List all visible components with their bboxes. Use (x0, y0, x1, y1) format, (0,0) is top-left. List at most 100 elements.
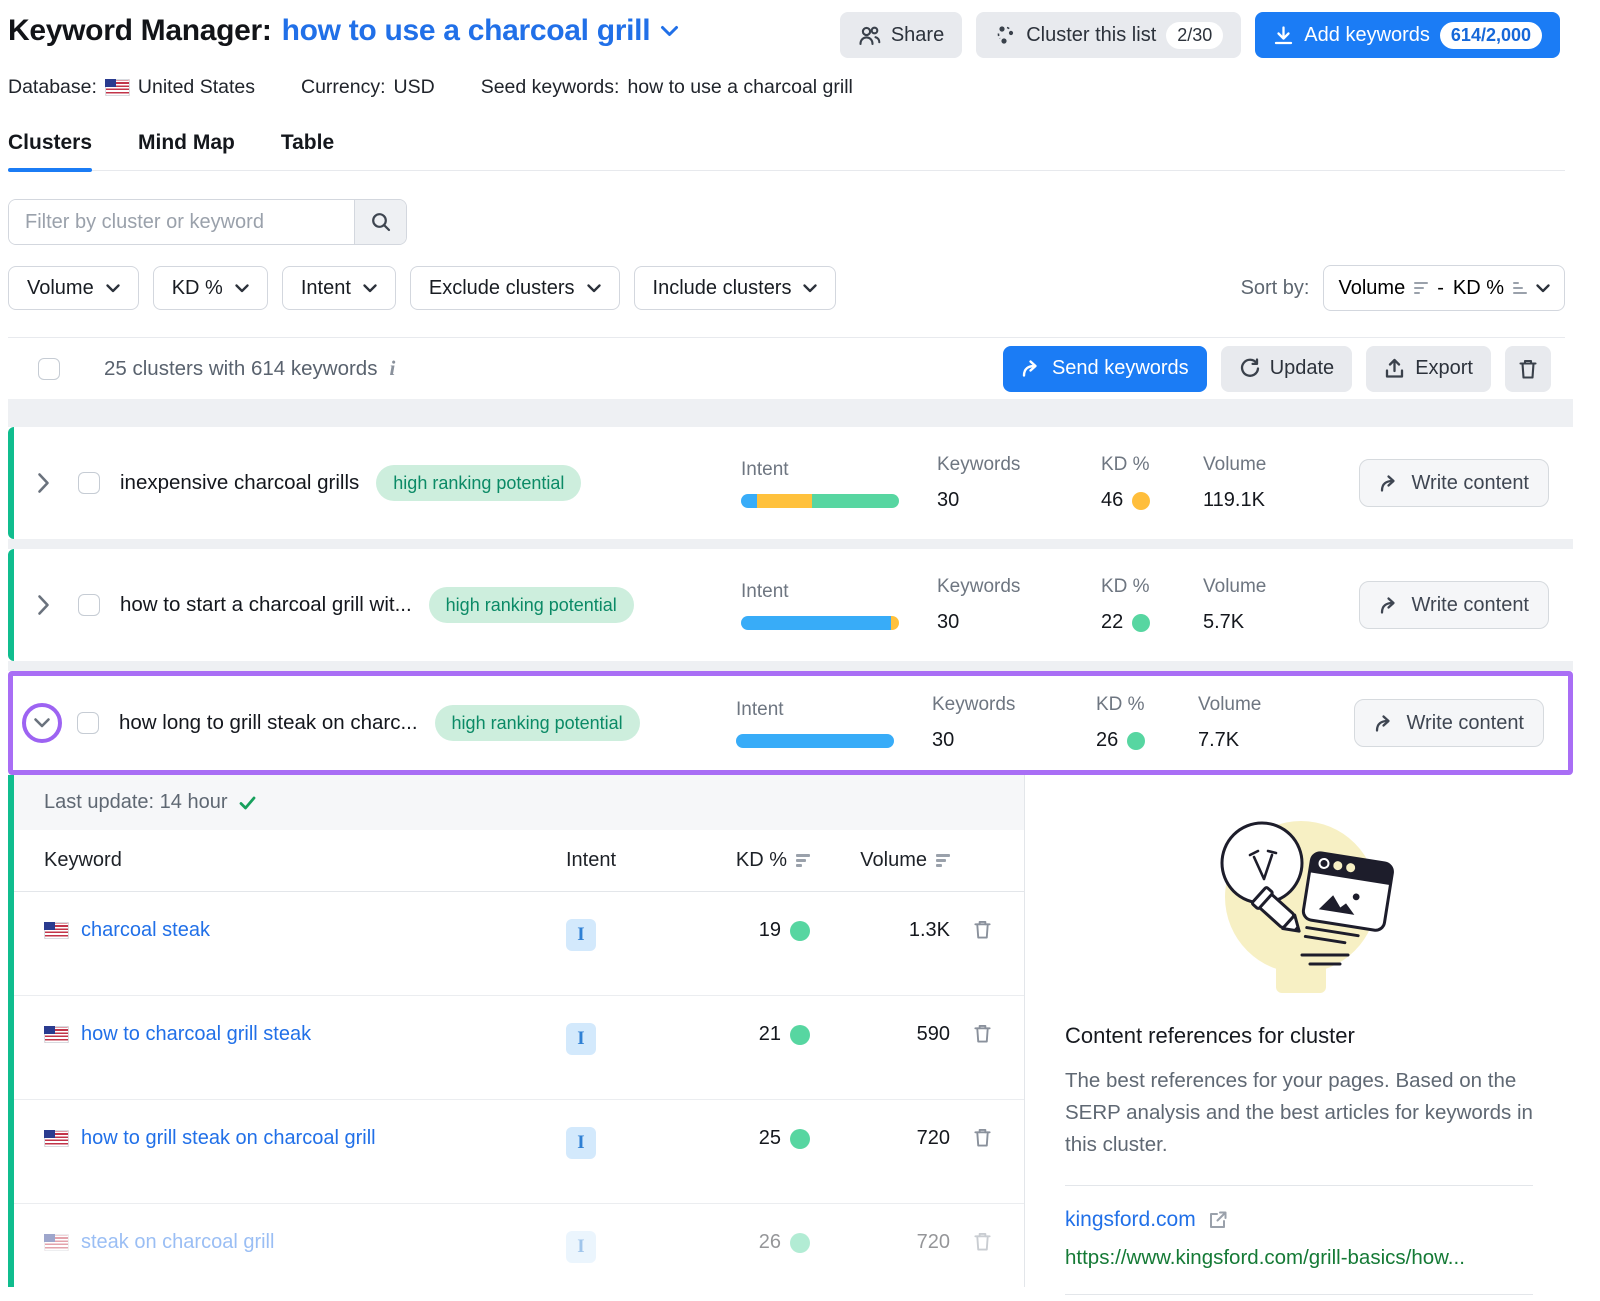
delete-list-button[interactable] (1505, 346, 1551, 392)
search-row (8, 199, 1560, 245)
reference-url-link[interactable]: https://www.kingsford.com/grill-basics/h… (1065, 1246, 1533, 1270)
filter-intent[interactable]: Intent (282, 266, 396, 310)
write-content-button[interactable]: Write content (1359, 581, 1549, 629)
filter-exclude-label: Exclude clusters (429, 277, 575, 300)
keyword-link[interactable]: steak on charcoal grill (81, 1231, 274, 1254)
search-input[interactable] (9, 200, 354, 244)
tab-table[interactable]: Table (281, 131, 334, 170)
filter-dropdowns: Volume KD % Intent Exclude clusters Incl… (8, 266, 836, 310)
send-arrow-icon (1379, 474, 1400, 493)
send-keywords-button[interactable]: Send keywords (1003, 346, 1207, 392)
sort-by-label: Sort by: (1241, 277, 1310, 300)
filter-include-clusters[interactable]: Include clusters (634, 266, 837, 310)
write-content-label: Write content (1407, 712, 1524, 735)
trash-icon (1518, 358, 1538, 380)
keywords-label: Keywords (937, 576, 1101, 598)
keywords-label: Keywords (937, 454, 1101, 476)
chevron-down-icon (363, 284, 377, 293)
column-kd-sort[interactable]: KD % (662, 849, 810, 872)
add-keywords-label: Add keywords (1304, 24, 1430, 47)
external-link-icon[interactable] (1208, 1210, 1228, 1230)
kd-value: 21 (759, 1023, 781, 1046)
collapse-cluster-button[interactable] (13, 703, 71, 743)
us-flag-icon (105, 79, 130, 96)
cluster-row: how to start a charcoal grill wit... hig… (8, 549, 1573, 661)
ranking-potential-badge: high ranking potential (376, 465, 581, 501)
ranking-potential-badge: high ranking potential (429, 587, 634, 623)
app-title: Keyword Manager: (8, 14, 272, 48)
us-flag-icon (44, 1234, 69, 1251)
cluster-checkbox[interactable] (77, 712, 99, 734)
highlight-ring (22, 703, 62, 743)
keyword-row: steak on charcoal grill I 26 720 (14, 1204, 1024, 1301)
kd-dot (790, 1025, 810, 1045)
keyword-link[interactable]: charcoal steak (81, 919, 210, 942)
currency-label: Currency: (301, 76, 386, 99)
search-button[interactable] (354, 200, 406, 244)
volume-value: 5.7K (1203, 611, 1321, 634)
reference-item: kingsford.com (1065, 1208, 1533, 1232)
select-all-checkbox[interactable] (38, 358, 60, 380)
sort-icon (796, 854, 810, 867)
filter-exclude-clusters[interactable]: Exclude clusters (410, 266, 620, 310)
check-icon (239, 796, 256, 810)
write-content-button[interactable]: Write content (1354, 699, 1544, 747)
sort-secondary: KD % (1453, 277, 1504, 300)
view-tabs: Clusters Mind Map Table (8, 131, 1565, 171)
filters-row: Volume KD % Intent Exclude clusters Incl… (8, 265, 1565, 311)
add-keywords-button[interactable]: Add keywords 614/2,000 (1255, 12, 1560, 58)
trash-icon[interactable] (973, 1127, 992, 1148)
last-update-text: Last update: 14 hour (44, 791, 227, 814)
cluster-keywords-pane: Last update: 14 hour Keyword Intent KD %… (14, 775, 1024, 1287)
cluster-name[interactable]: how to start a charcoal grill wit... (120, 593, 412, 617)
cluster-checkbox[interactable] (78, 472, 100, 494)
page-title: Keyword Manager: how to use a charcoal g… (8, 14, 679, 48)
volume-value: 590 (917, 1023, 950, 1046)
cluster-this-list-label: Cluster this list (1026, 24, 1156, 47)
chevron-down-icon (235, 284, 249, 293)
cluster-this-list-button[interactable]: Cluster this list 2/30 (976, 12, 1241, 58)
reference-domain-link[interactable]: kingsford.com (1065, 1208, 1196, 1232)
share-people-icon (858, 25, 881, 46)
currency-value: USD (394, 76, 435, 99)
list-title-dropdown[interactable]: how to use a charcoal grill (282, 14, 680, 48)
chevron-down-icon (660, 25, 679, 37)
us-flag-icon (44, 1026, 69, 1043)
tab-clusters[interactable]: Clusters (8, 131, 92, 170)
list-meta: Database: United States Currency: USD Se… (8, 76, 1560, 99)
expand-cluster-button[interactable] (14, 472, 72, 494)
column-volume-sort[interactable]: Volume (810, 849, 950, 872)
database-label: Database: (8, 76, 97, 99)
trash-icon[interactable] (973, 1023, 992, 1044)
kd-label: KD % (1096, 694, 1198, 716)
send-keywords-label: Send keywords (1052, 357, 1189, 380)
kd-label: KD % (1101, 454, 1203, 476)
keyword-link[interactable]: how to charcoal grill steak (81, 1023, 311, 1046)
trash-icon[interactable] (973, 919, 992, 940)
share-button[interactable]: Share (840, 12, 962, 58)
list-toolbar: 25 clusters with 614 keywords i Send key… (8, 337, 1565, 399)
download-icon (1273, 25, 1294, 46)
sort-by-dropdown[interactable]: Volume - KD % (1323, 265, 1565, 311)
info-icon[interactable]: i (389, 356, 395, 381)
keywords-table-header: Keyword Intent KD % Volume (14, 830, 1024, 892)
keyword-link[interactable]: how to grill steak on charcoal grill (81, 1127, 376, 1150)
keyword-row: how to grill steak on charcoal grill I 2… (14, 1100, 1024, 1204)
sort-by: Sort by: Volume - KD % (1241, 265, 1565, 311)
write-content-label: Write content (1412, 594, 1529, 617)
filter-kd[interactable]: KD % (153, 266, 268, 310)
tab-mind-map[interactable]: Mind Map (138, 131, 235, 170)
export-icon (1384, 358, 1405, 379)
update-button[interactable]: Update (1221, 346, 1353, 392)
cluster-checkbox[interactable] (78, 594, 100, 616)
filter-volume[interactable]: Volume (8, 266, 139, 310)
trash-icon[interactable] (973, 1231, 992, 1252)
write-content-button[interactable]: Write content (1359, 459, 1549, 507)
chevron-right-icon (37, 472, 50, 494)
kd-dot (790, 1233, 810, 1253)
expand-cluster-button[interactable] (14, 594, 72, 616)
cluster-name[interactable]: inexpensive charcoal grills (120, 471, 359, 495)
chevron-down-icon (1536, 284, 1550, 293)
cluster-name[interactable]: how long to grill steak on charc... (119, 711, 418, 735)
export-button[interactable]: Export (1366, 346, 1491, 392)
